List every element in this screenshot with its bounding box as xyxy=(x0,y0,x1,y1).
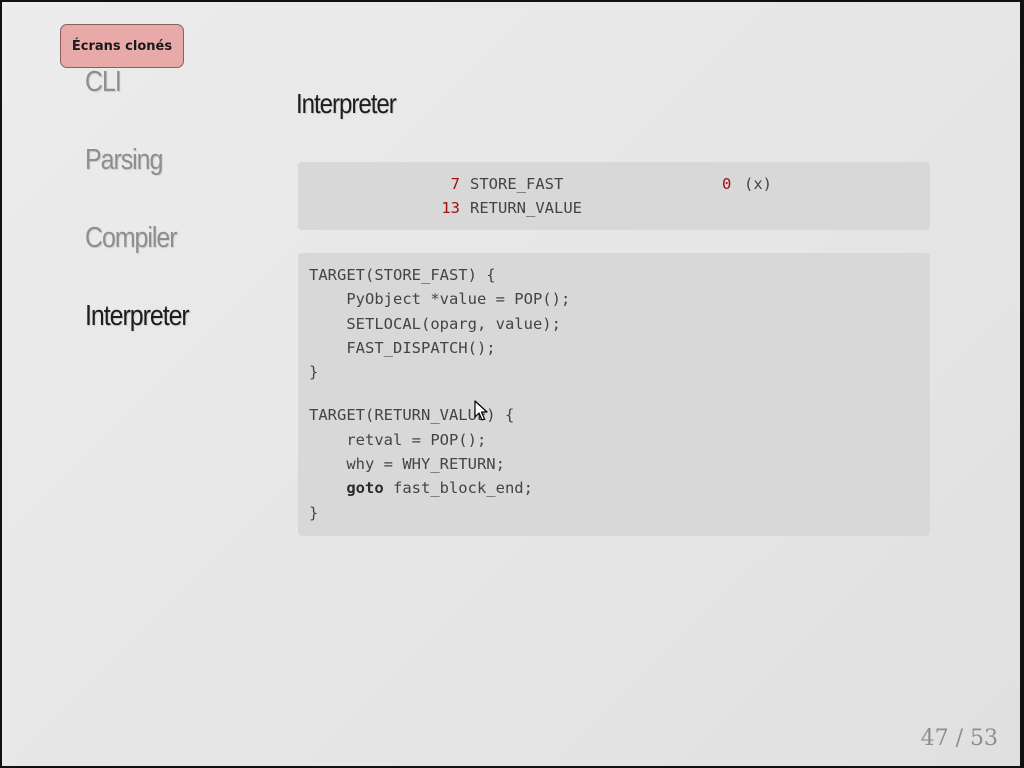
code-keyword: goto xyxy=(346,479,384,498)
slide: Écrans clonés CLI Parsing Compiler Inter… xyxy=(2,2,1020,766)
bytecode-arg: 0 xyxy=(722,175,732,193)
code-line: FAST_DISPATCH(); xyxy=(309,338,496,357)
nav-item-parsing[interactable]: Parsing xyxy=(85,135,248,213)
page-counter: 47 / 53 xyxy=(920,726,998,751)
code-line: TARGET(STORE_FAST) { xyxy=(309,266,496,284)
code-block-gap xyxy=(309,384,930,403)
nav-item-cli[interactable]: CLI xyxy=(85,57,248,135)
code-line: SETLOCAL(oparg, value); xyxy=(309,314,561,333)
code-line: goto fast_block_end; xyxy=(346,479,533,498)
nav-item-compiler[interactable]: Compiler xyxy=(85,213,248,291)
bytecode-offset: 13 xyxy=(441,199,460,217)
code-line: } xyxy=(309,363,319,382)
bytecode-offset: 7 xyxy=(450,175,460,193)
nav-item-interpreter[interactable]: Interpreter xyxy=(85,291,248,369)
mouse-pointer-icon xyxy=(474,400,488,421)
slide-title: Interpreter xyxy=(296,88,397,119)
cloned-screens-badge[interactable]: Écrans clonés xyxy=(60,24,184,68)
code-line: TARGET(RETURN_VALUE) { xyxy=(309,406,515,425)
bytecode-listing: 7 STORE_FAST 0 (x) 13 RETURN_VALUE xyxy=(298,162,930,230)
code-line: why = WHY_RETURN; xyxy=(309,455,505,474)
code-line: PyObject *value = POP(); xyxy=(309,290,571,309)
c-source-listing: TARGET(STORE_FAST) { PyObject *value = P… xyxy=(298,253,930,536)
bytecode-row: 13 RETURN_VALUE xyxy=(298,196,930,220)
code-line: } xyxy=(309,503,319,522)
code-line: retval = POP(); xyxy=(309,430,487,449)
bytecode-opname: STORE_FAST xyxy=(470,175,564,193)
bytecode-opname: RETURN_VALUE xyxy=(470,199,582,217)
section-nav: CLI Parsing Compiler Interpreter xyxy=(85,57,275,369)
bytecode-argrepr: (x) xyxy=(744,175,772,193)
bytecode-row: 7 STORE_FAST 0 (x) xyxy=(298,172,930,196)
